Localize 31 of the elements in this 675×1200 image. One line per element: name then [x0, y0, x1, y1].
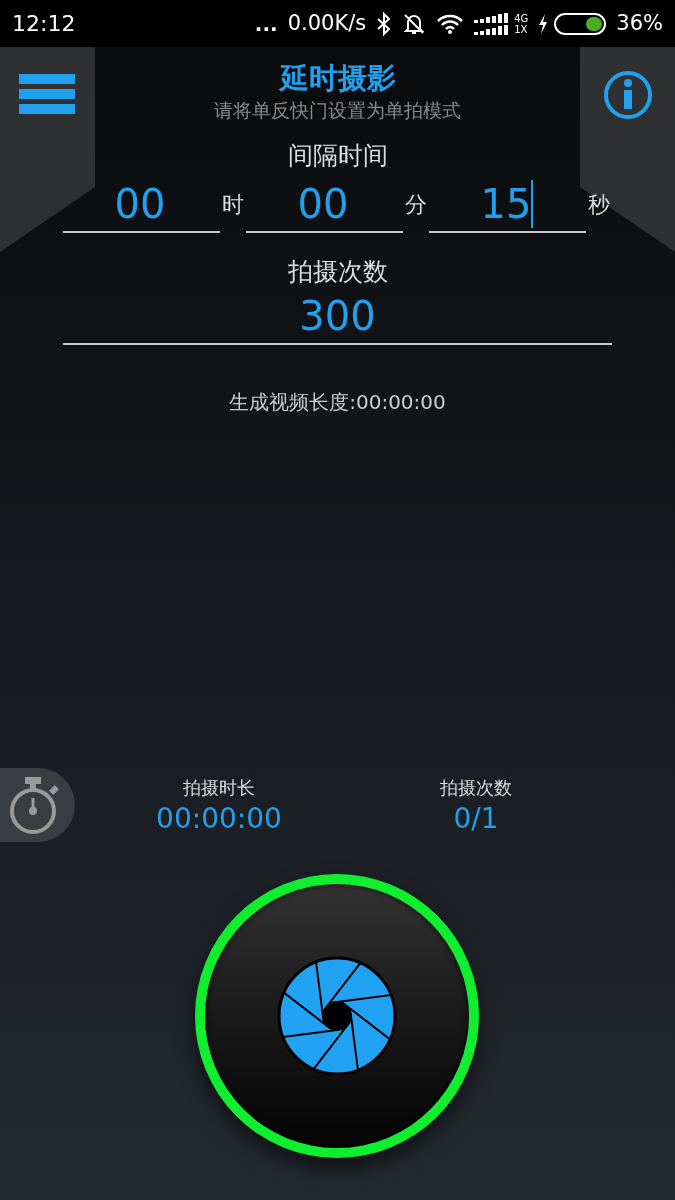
network-speed: 0.00K/s — [287, 9, 367, 37]
time-input[interactable]: 00 — [62, 175, 220, 233]
network-type: 4G — [514, 12, 529, 24]
unit-label: 分 — [403, 191, 428, 219]
status-dots: ... — [254, 10, 278, 38]
unit-label: 时 — [220, 191, 245, 219]
info-button[interactable] — [603, 70, 653, 120]
bell-muted-icon — [402, 11, 427, 36]
section-label: 拍摄次数 — [287, 256, 388, 288]
signal-icon — [474, 12, 511, 35]
network-type: 1X — [514, 23, 529, 35]
count-input[interactable]: 300 — [63, 289, 612, 345]
video-length-text: 生成视频长度:00:00:00 — [229, 389, 446, 416]
aperture-icon — [277, 956, 397, 1076]
app-subtitle: 请将单反快门设置为单拍模式 — [214, 98, 461, 123]
bluetooth-icon — [376, 11, 393, 36]
unit-label: 秒 — [586, 191, 611, 219]
time-input[interactable]: 15 — [428, 175, 586, 233]
wifi-icon — [436, 12, 465, 35]
stat-value: 0/1 — [453, 801, 499, 837]
time-input[interactable]: 00 — [245, 175, 403, 233]
status-time: 12:12 — [12, 10, 76, 38]
stat-value: 00:00:00 — [156, 801, 282, 837]
battery-icon — [554, 12, 607, 35]
battery-percent: 36% — [616, 9, 663, 37]
app-title: 延时摄影 — [279, 60, 396, 97]
section-label: 间隔时间 — [287, 140, 388, 172]
stopwatch-button[interactable] — [0, 768, 75, 842]
menu-button[interactable] — [19, 74, 75, 114]
stat-label: 拍摄时长 — [183, 776, 255, 800]
stat-label: 拍摄次数 — [440, 776, 512, 800]
